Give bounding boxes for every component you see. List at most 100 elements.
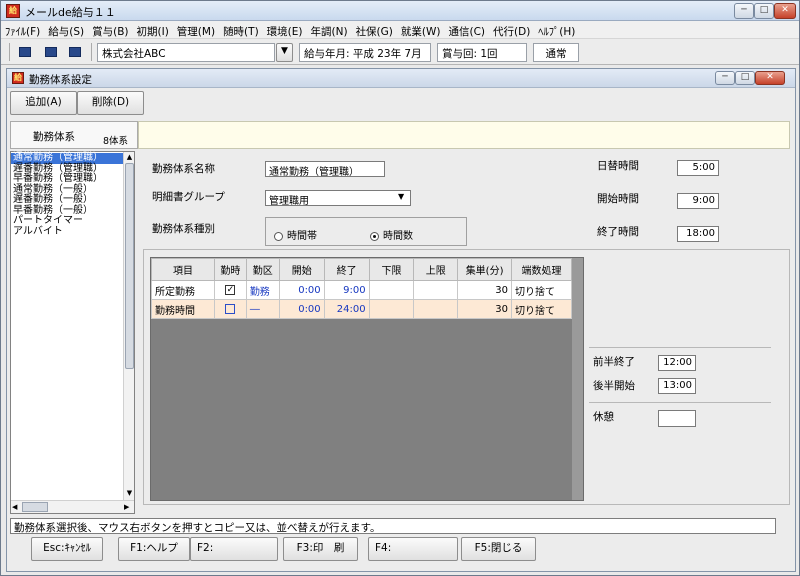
divider (589, 347, 771, 348)
scroll-up-icon[interactable]: ▲ (125, 153, 134, 162)
col-header: 端数処理 (511, 258, 572, 281)
menu-proxy[interactable]: 代行(D) (489, 21, 534, 39)
row-upper[interactable] (413, 280, 459, 300)
date-change-field[interactable]: 5:00 (677, 160, 719, 176)
row-checkbox[interactable] (213, 299, 247, 319)
toolbar-separator (91, 43, 92, 61)
name-field[interactable]: 通常勤務（管理職） (265, 161, 385, 178)
work-type-list[interactable]: 通常勤務（管理職） 遅番勤務（管理職） 早番勤務（管理職） 通常勤務（一般） 遅… (10, 151, 135, 514)
f4-button[interactable]: F4: (368, 537, 458, 561)
menu-year-end[interactable]: 年調(N) (307, 21, 352, 39)
maximize-button[interactable]: □ (754, 3, 774, 19)
row-rounding[interactable]: 切り捨て (511, 299, 572, 319)
close-button[interactable]: ✕ (774, 3, 796, 19)
divider (589, 402, 771, 403)
list-vertical-scrollbar[interactable]: ▲ ▼ (123, 152, 134, 500)
row-lower[interactable] (368, 299, 415, 319)
row-end[interactable]: 24:00 (323, 299, 370, 319)
scroll-right-icon[interactable]: ▶ (124, 503, 133, 511)
type-radio-time-band[interactable]: 時間帯 (274, 227, 317, 242)
print-icon[interactable] (65, 42, 85, 62)
mode-display: 通常 (533, 43, 579, 62)
checkbox-unchecked-icon[interactable] (225, 303, 236, 314)
chevron-down-icon[interactable]: ▼ (276, 43, 293, 62)
f1-help-button[interactable]: F1:ヘルプ (118, 537, 190, 561)
row-lower[interactable] (368, 280, 415, 300)
menu-manage[interactable]: 管理(M) (173, 21, 219, 39)
type-option-1-label: 時間帯 (287, 231, 317, 242)
menu-initial[interactable]: 初期(I) (133, 21, 173, 39)
table-row[interactable]: 所定勤務 ✓ 勤務 0:00 9:00 30 切り捨て (151, 280, 572, 300)
first-half-end-field[interactable]: 12:00 (658, 355, 696, 371)
menu-communication[interactable]: 通信(C) (444, 21, 489, 39)
start-time-field[interactable]: 9:00 (677, 193, 719, 209)
list-horizontal-scrollbar[interactable]: ◀ ▶ (11, 500, 134, 513)
type-option-2-label: 時間数 (383, 231, 413, 242)
row-unit[interactable]: 30 (457, 299, 512, 319)
f5-close-button[interactable]: F5:閉じる (461, 537, 536, 561)
scroll-left-icon[interactable]: ◀ (12, 503, 21, 511)
first-half-end-label: 前半終了 (593, 356, 635, 368)
inner-maximize-button[interactable]: □ (735, 71, 755, 85)
esc-cancel-button[interactable]: Esc:ｷｬﾝｾﾙ (31, 537, 103, 561)
radio-selected-icon (370, 231, 379, 241)
chevron-down-icon[interactable]: ▼ (398, 192, 404, 201)
menu-environment[interactable]: 環境(E) (263, 21, 307, 39)
row-kubun[interactable]: 勤務 (245, 280, 280, 300)
row-upper[interactable] (413, 299, 459, 319)
row-unit[interactable]: 30 (457, 280, 512, 300)
menu-salary[interactable]: 給与(S) (44, 21, 88, 39)
delete-button[interactable]: 削除(D) (77, 91, 144, 115)
row-item: 所定勤務 (151, 280, 215, 300)
title-bar: 給 メールde給与１１ ─ □ ✕ (1, 1, 799, 21)
list-item[interactable]: 早番勤務（管理職） (11, 173, 123, 185)
group-select[interactable]: 管理職用 (265, 190, 411, 207)
menu-attendance[interactable]: 就業(W) (397, 21, 445, 39)
row-end[interactable]: 9:00 (323, 280, 370, 300)
bonus-count-display: 賞与回: 1回 (437, 43, 527, 62)
row-checkbox[interactable]: ✓ (213, 280, 247, 300)
main-window: 給 メールde給与１１ ─ □ ✕ ﾌｧｲﾙ(F) 給与(S) 賞与(B) 初期(I)… (0, 0, 800, 576)
info-banner (138, 121, 790, 149)
time-grid-table: 項目 勤時 勤区 開始 終了 下限 上限 集単(分) 端数処理 所定勤務 ✓ 勤… (151, 258, 572, 319)
menu-file[interactable]: ﾌｧｲﾙ(F) (1, 21, 44, 39)
row-start[interactable]: 0:00 (278, 280, 325, 300)
inner-title-bar: 給 勤務体系設定 ─ □ ✕ (7, 69, 795, 88)
table-row[interactable]: 勤務時間 ― 0:00 24:00 30 切り捨て (151, 299, 572, 319)
list-item[interactable]: 遅番勤務（一般） (11, 194, 123, 206)
menu-anytime[interactable]: 随時(T) (219, 21, 263, 39)
inner-close-button[interactable]: ✕ (755, 71, 785, 85)
window-title: メールde給与１１ (25, 6, 116, 19)
list-item[interactable]: パートタイマー (11, 215, 123, 227)
col-header: 開始 (278, 258, 325, 281)
inner-minimize-button[interactable]: ─ (715, 71, 735, 85)
add-button[interactable]: 追加(A) (10, 91, 77, 115)
folder-icon[interactable] (41, 42, 61, 62)
type-radio-hours[interactable]: 時間数 (370, 227, 413, 242)
list-item[interactable]: アルバイト (11, 226, 123, 238)
form-icon: 給 (12, 72, 24, 84)
end-time-field[interactable]: 18:00 (677, 226, 719, 242)
row-kubun[interactable]: ― (245, 299, 280, 319)
row-start[interactable]: 0:00 (278, 299, 325, 319)
checkbox-checked-icon[interactable]: ✓ (225, 284, 236, 295)
hscroll-thumb[interactable] (22, 502, 48, 512)
row-rounding[interactable]: 切り捨て (511, 280, 572, 300)
scroll-down-icon[interactable]: ▼ (125, 489, 134, 498)
second-half-start-field[interactable]: 13:00 (658, 378, 696, 394)
minimize-button[interactable]: ─ (734, 3, 754, 19)
scroll-thumb[interactable] (125, 163, 134, 369)
menu-bonus[interactable]: 賞与(B) (88, 21, 132, 39)
col-header: 集単(分) (457, 258, 512, 281)
menu-social-insurance[interactable]: 社保(G) (352, 21, 397, 39)
menu-help[interactable]: ﾍﾙﾌﾟ(H) (534, 21, 579, 39)
app-icon: 給 (6, 4, 20, 18)
break-field[interactable] (658, 410, 696, 427)
f2-button[interactable]: F2: (190, 537, 278, 561)
f3-print-button[interactable]: F3:印 刷 (283, 537, 358, 561)
col-header: 項目 (151, 258, 215, 281)
company-select[interactable]: 株式会社ABC (97, 43, 275, 62)
col-header: 上限 (413, 258, 459, 281)
list-item[interactable]: 通常勤務（管理職） (11, 152, 123, 164)
save-icon[interactable] (15, 42, 35, 62)
